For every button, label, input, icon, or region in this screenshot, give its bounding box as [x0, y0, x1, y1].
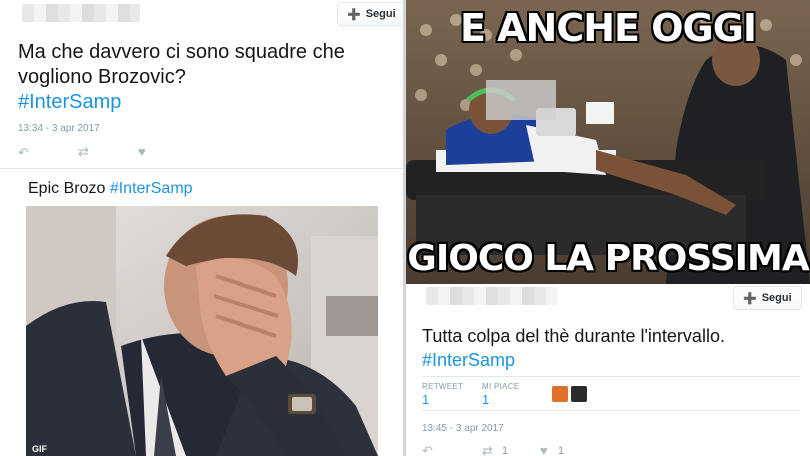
retweet-action-count: 1: [502, 445, 509, 456]
meme-caption-top: E ANCHE OGGI: [459, 6, 757, 50]
tweet-timestamp[interactable]: 13:45 - 3 apr 2017: [422, 423, 504, 434]
tweet-timestamp[interactable]: 13:34 - 3 apr 2017: [18, 123, 100, 134]
reply-icon[interactable]: ↶: [422, 444, 433, 456]
retweet-icon[interactable]: ⇄: [78, 145, 89, 158]
blurred-username: [426, 287, 558, 305]
meme-image[interactable]: E ANCHE OGGI GIOCO LA PROSSIMA: [406, 0, 810, 284]
tweet-text: Tutta colpa del thè durante l'intervallo…: [422, 324, 725, 372]
like-icon[interactable]: ♥: [540, 444, 548, 456]
follow-button[interactable]: ➕ Segui: [733, 286, 802, 310]
tweet-text-line: Ma che davvero ci sono squadre che: [18, 41, 345, 63]
like-icon[interactable]: ♥: [138, 145, 146, 158]
liker-avatar[interactable]: [571, 386, 587, 402]
tweet-text: Ma che davvero ci sono squadre che vogli…: [18, 40, 345, 115]
retweet-stat-label: RETWEET: [422, 382, 464, 391]
follow-button-label: Segui: [365, 8, 396, 20]
right-tweet: ➕ Segui Tutta colpa del thè durante l'in…: [406, 284, 810, 456]
gif-media[interactable]: GIF: [26, 206, 378, 456]
tweet-text-line: Tutta colpa del thè durante l'intervallo…: [422, 326, 725, 346]
tweet-text: Epic Brozo #InterSamp: [28, 180, 193, 198]
likes-stat-count[interactable]: 1: [482, 392, 489, 407]
liker-avatar[interactable]: [552, 386, 568, 402]
follow-button[interactable]: ➕ Segui: [337, 2, 406, 26]
hashtag-link[interactable]: #InterSamp: [110, 180, 193, 197]
stats-divider-bottom: [422, 410, 800, 411]
retweet-stat-count[interactable]: 1: [422, 392, 429, 407]
follow-button-label: Segui: [761, 292, 792, 304]
reply-icon[interactable]: ↶: [18, 146, 29, 159]
add-user-icon: ➕: [347, 8, 361, 21]
hashtag-link[interactable]: #InterSamp: [18, 90, 345, 115]
meme-caption-bottom: GIOCO LA PROSSIMA: [407, 238, 809, 279]
tweet-text-line: vogliono Brozovic?: [18, 66, 186, 88]
retweet-icon[interactable]: ⇄: [482, 444, 493, 456]
stats-divider-top: [422, 376, 800, 377]
gif-badge: GIF: [32, 444, 47, 454]
tweet-text-plain: Epic Brozo: [28, 180, 106, 197]
facepalm-photo: [26, 206, 378, 456]
add-user-icon: ➕: [743, 292, 757, 305]
blurred-username: [22, 4, 140, 22]
hashtag-link[interactable]: #InterSamp: [422, 348, 725, 372]
like-action-count: 1: [558, 445, 565, 456]
left-tweet-column: ➕ Segui Ma che davvero ci sono squadre c…: [0, 0, 406, 456]
tweet-divider: [0, 168, 403, 169]
likes-stat-label: MI PIACE: [482, 382, 520, 391]
